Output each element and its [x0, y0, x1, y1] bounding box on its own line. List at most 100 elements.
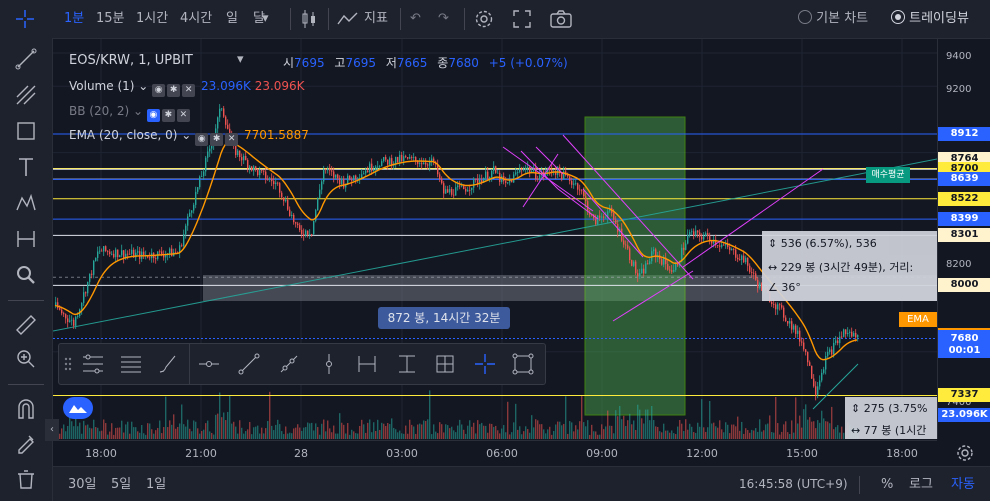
volume-bar [523, 431, 525, 439]
volume-bar [471, 426, 473, 439]
ruler-icon[interactable] [12, 311, 40, 339]
volume-bar [509, 434, 511, 439]
trash-icon[interactable] [12, 465, 40, 493]
volume-bar [723, 432, 725, 439]
volume-bar [717, 427, 719, 439]
ema-legend[interactable]: EMA (20, close, 0) ⌄ ◉ ✱ ✕ 7701.5887 [69, 128, 309, 146]
date-range-tool-icon[interactable] [353, 350, 381, 378]
chevron-down-icon[interactable]: ⌄ [181, 128, 191, 142]
price-axis[interactable]: 9400 9200 8200 7400 89128764870487008640… [937, 39, 990, 439]
date-price-range-icon[interactable] [431, 350, 459, 378]
candle-body [527, 166, 529, 168]
volume-bar [613, 433, 615, 439]
symbol-title-dropdown-icon[interactable]: ▾ [237, 52, 244, 67]
candle-body [169, 248, 171, 254]
candle-body [247, 159, 249, 169]
undo-icon[interactable]: ↶ [410, 0, 421, 38]
price-range-tool-icon[interactable] [393, 350, 421, 378]
candle-body [415, 157, 417, 161]
interval-dropdown-icon[interactable]: ▾ [262, 0, 269, 38]
log-scale-toggle[interactable]: 로그 [909, 467, 933, 501]
crosshair-icon[interactable] [14, 0, 38, 38]
candle-body [323, 169, 325, 182]
close-icon[interactable]: ✕ [176, 109, 190, 122]
eye-off-icon[interactable]: ◉ [146, 109, 160, 122]
tradingview-logo-icon[interactable] [63, 397, 93, 419]
auto-scale-toggle[interactable]: 자동 [951, 467, 975, 501]
fullscreen-icon[interactable] [513, 0, 531, 38]
chevron-down-icon[interactable]: ⌄ [138, 79, 148, 93]
volume-bar [743, 433, 745, 439]
chevron-down-icon[interactable]: ⌄ [133, 104, 143, 118]
lock-drawings-icon[interactable] [12, 429, 40, 457]
gear-icon[interactable]: ✱ [161, 109, 175, 122]
time-axis[interactable]: 18:00 21:00 28 03:00 06:00 09:00 12:00 1… [53, 440, 937, 467]
measure-tool-icon[interactable] [12, 225, 40, 253]
basic-chart-radio[interactable]: 기본 차트 [798, 0, 868, 38]
candle-body [525, 167, 527, 170]
gear-icon[interactable]: ✱ [167, 84, 181, 97]
volume-bar [121, 420, 123, 439]
select-area-icon[interactable] [509, 350, 537, 378]
volume-bar [375, 431, 377, 439]
range-1d[interactable]: 1일 [146, 467, 166, 501]
volume-bar [93, 419, 95, 439]
bb-legend[interactable]: BB (20, 2) ⌄ ◉ ✱ ✕ [69, 104, 192, 122]
range-5d[interactable]: 5일 [111, 467, 131, 501]
trendline-icon[interactable] [12, 45, 40, 73]
time-tick: 06:00 [486, 447, 518, 460]
close-icon[interactable]: ✕ [182, 84, 196, 97]
range-30d[interactable]: 30일 [68, 467, 97, 501]
eye-icon[interactable]: ◉ [152, 84, 166, 97]
close-icon[interactable]: ✕ [225, 133, 239, 146]
indicator-button[interactable]: 지표 [364, 0, 388, 38]
rectangle-tool-icon[interactable] [12, 117, 40, 145]
fib-levels-icon[interactable] [79, 350, 107, 378]
candle-body [605, 217, 607, 219]
interval-day[interactable]: 일 [226, 0, 238, 38]
magnet-icon[interactable] [12, 395, 40, 423]
interval-1h[interactable]: 1시간 [136, 0, 168, 38]
symbol-title[interactable]: EOS/KRW, 1, UPBIT [69, 53, 193, 68]
vertical-line-icon[interactable] [315, 350, 343, 378]
eye-icon[interactable]: ◉ [195, 133, 209, 146]
interval-1m[interactable]: 1분 [64, 0, 84, 38]
volume-bar [829, 423, 831, 439]
camera-icon[interactable] [550, 0, 572, 38]
volume-bar [327, 420, 329, 439]
volume-bar [199, 433, 201, 439]
crosshair-tool-icon[interactable] [471, 350, 499, 378]
percent-scale-toggle[interactable]: % [881, 467, 893, 501]
trendline-tool-icon[interactable] [235, 350, 263, 378]
channel-line[interactable] [520, 150, 559, 190]
volume-bar [365, 432, 367, 439]
zoom-icon[interactable] [12, 261, 40, 289]
volume-bar [157, 427, 159, 439]
collapse-panel-icon[interactable]: ‹ [45, 419, 59, 441]
interval-15m[interactable]: 15분 [96, 0, 125, 38]
tradingview-chart-radio[interactable]: 트레이딩뷰 [891, 0, 969, 38]
clock-timezone[interactable]: 16:45:58 (UTC+9) [739, 467, 848, 501]
candle-body [187, 216, 189, 226]
volume-legend[interactable]: Volume (1) ⌄ ◉ ✱ ✕ 23.096K 23.096K [69, 79, 305, 97]
pattern-tool-icon[interactable] [12, 189, 40, 217]
indicator-icon[interactable] [337, 0, 359, 38]
volume-bar [147, 423, 149, 439]
horizontal-ray-icon[interactable] [195, 350, 223, 378]
brush-icon[interactable] [155, 350, 183, 378]
candle-body [197, 187, 199, 192]
chart-settings-gear-icon[interactable] [955, 443, 975, 463]
redo-icon[interactable]: ↷ [438, 0, 449, 38]
settings-gear-icon[interactable] [474, 0, 494, 38]
drag-handle-icon[interactable] [61, 350, 75, 378]
volume-bar [239, 420, 241, 439]
interval-4h[interactable]: 4시간 [180, 0, 212, 38]
zoom-in-icon[interactable] [12, 345, 40, 373]
text-tool-icon[interactable] [12, 153, 40, 181]
fib-extension-icon[interactable] [117, 350, 145, 378]
ray-tool-icon[interactable] [275, 350, 303, 378]
gear-icon[interactable]: ✱ [210, 133, 224, 146]
candle-body [101, 250, 103, 252]
fib-tool-icon[interactable] [12, 81, 40, 109]
candlestick-icon[interactable] [300, 0, 318, 38]
